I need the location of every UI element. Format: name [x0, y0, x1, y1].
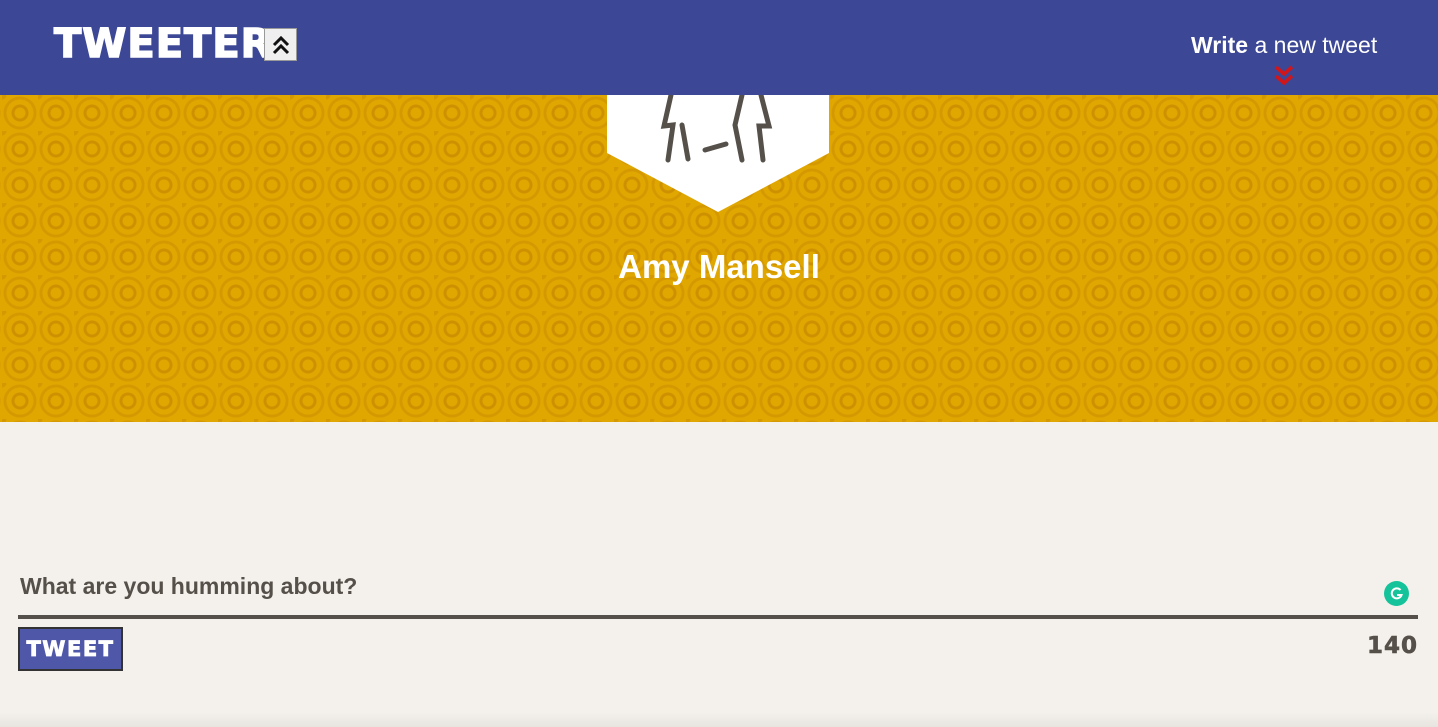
compose-underline: [18, 615, 1418, 619]
profile-name: Amy Mansell: [618, 248, 820, 285]
next-card-shadow: [0, 712, 1438, 727]
write-tweet-link-rest: a new tweet: [1248, 32, 1378, 58]
double-chevron-up-icon: [272, 35, 289, 54]
grammarly-g-glyph: [1390, 587, 1403, 600]
app-logo[interactable]: TWEETER: [53, 21, 272, 67]
top-nav-bar: TWEETER Write a new tweet: [0, 0, 1438, 95]
write-tweet-link-bold: Write: [1191, 32, 1249, 58]
tweet-compose-input[interactable]: [18, 568, 1382, 604]
tweet-button[interactable]: TWEET: [18, 627, 123, 671]
double-chevron-down-icon[interactable]: [1272, 64, 1296, 88]
scroll-to-top-button[interactable]: [264, 28, 297, 61]
grammarly-icon[interactable]: [1384, 581, 1409, 606]
person-avatar-icon: [607, 95, 829, 212]
write-tweet-link[interactable]: Write a new tweet: [1191, 30, 1377, 60]
character-counter: 140: [1366, 633, 1418, 660]
